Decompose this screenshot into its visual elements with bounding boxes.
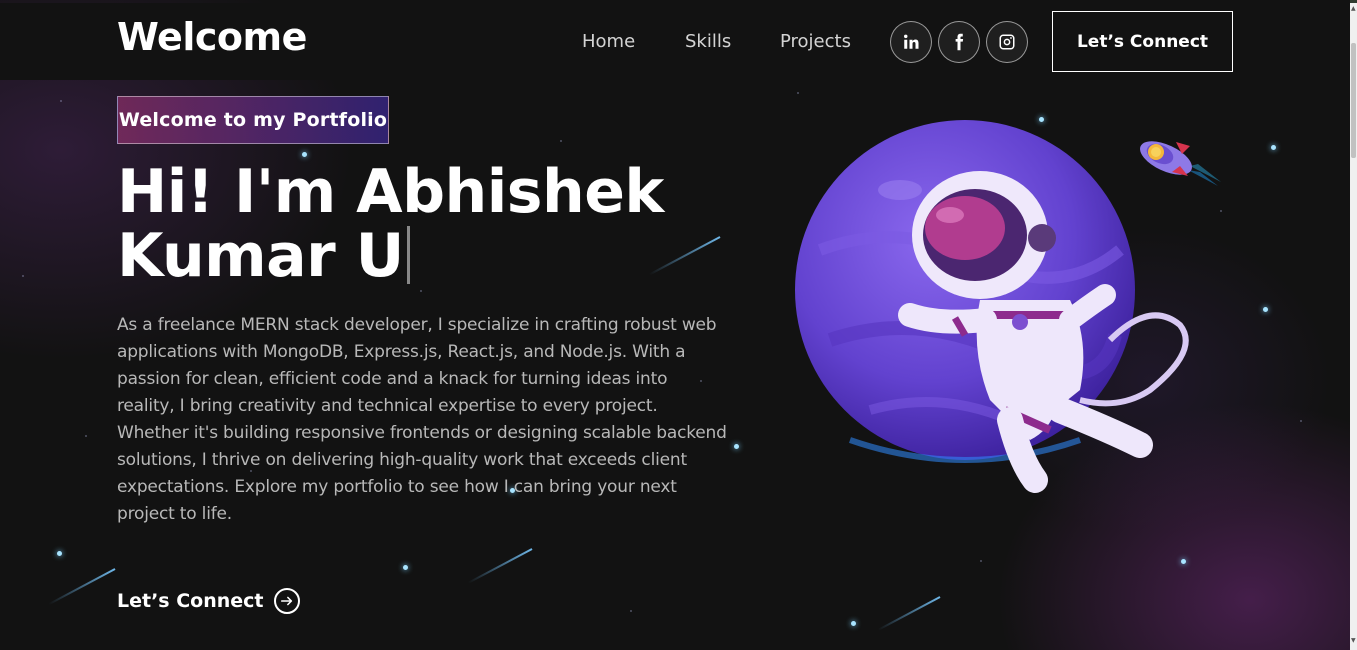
hero-description: As a freelance MERN stack developer, I s… xyxy=(117,315,727,524)
instagram-button[interactable] xyxy=(986,21,1028,63)
astronaut-planet-illustration xyxy=(795,120,1189,493)
nav-link-skills[interactable]: Skills xyxy=(685,31,731,52)
shooting-star xyxy=(467,548,533,584)
navbar: Welcome Home Skills Projects Let’s Conne… xyxy=(0,3,1350,80)
star-dust xyxy=(797,92,799,94)
hero-connect-link[interactable]: Let’s Connect xyxy=(117,588,300,614)
star-dust xyxy=(1300,420,1302,422)
star-dust xyxy=(630,610,632,612)
scrollbar-thumb[interactable] xyxy=(1351,43,1356,158)
hero-headline: Hi! I'm Abhishek Kumar U xyxy=(117,160,677,288)
typing-cursor xyxy=(406,226,410,284)
lets-connect-button[interactable]: Let’s Connect xyxy=(1052,11,1233,72)
headline-line-1: Hi! I'm Abhishek xyxy=(117,157,664,227)
linkedin-button[interactable] xyxy=(890,21,932,63)
star xyxy=(1271,145,1276,150)
star-dust xyxy=(420,290,422,292)
star xyxy=(403,565,408,570)
star-dust xyxy=(980,560,982,562)
star-dust xyxy=(85,435,87,437)
headline-line-2: Kumar U xyxy=(117,221,404,291)
star xyxy=(1263,307,1268,312)
star xyxy=(734,444,739,449)
arrow-right-circle-icon xyxy=(273,588,300,614)
tagline-badge: Welcome to my Portfolio xyxy=(117,96,389,144)
star xyxy=(57,551,62,556)
nav-link-projects[interactable]: Projects xyxy=(780,31,851,52)
facebook-icon xyxy=(955,33,964,51)
shooting-star xyxy=(877,596,941,631)
star xyxy=(851,621,856,626)
instagram-icon xyxy=(999,34,1015,50)
scroll-up-arrow-icon[interactable]: ▲ xyxy=(1351,5,1356,12)
star-dust xyxy=(560,140,562,142)
star-dust xyxy=(22,275,24,277)
scroll-down-arrow-icon[interactable]: ▼ xyxy=(1351,637,1356,644)
hero-connect-label: Let’s Connect xyxy=(117,590,264,612)
star-dust xyxy=(60,100,62,102)
page-scrollbar[interactable]: ▲ ▼ xyxy=(1350,3,1357,650)
shooting-star xyxy=(48,568,116,606)
linkedin-icon xyxy=(904,34,919,49)
star-dust xyxy=(1220,210,1222,212)
facebook-button[interactable] xyxy=(938,21,980,63)
nav-link-home[interactable]: Home xyxy=(582,31,635,52)
star xyxy=(1181,559,1186,564)
brand-logo[interactable]: Welcome xyxy=(117,15,307,59)
